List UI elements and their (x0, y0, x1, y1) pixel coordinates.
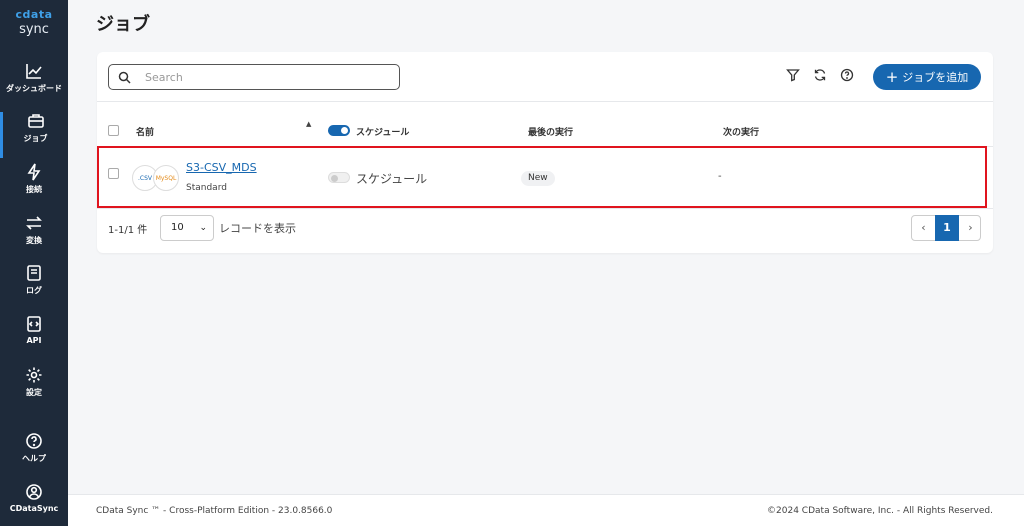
gear-icon (26, 367, 42, 383)
refresh-icon[interactable] (813, 68, 827, 82)
sort-icon[interactable]: ▲ (306, 120, 311, 128)
chevron-down-icon: ⌄ (199, 223, 207, 233)
sidebar: cdata sync ダッシュボード ジョブ 接続 変換 ログ API 設定 ヘ… (0, 0, 68, 526)
row-checkbox[interactable] (108, 168, 119, 179)
job-name-link[interactable]: S3-CSV_MDS (186, 161, 257, 174)
header-last-run[interactable]: 最後の実行 (528, 125, 573, 138)
nav-item-help[interactable]: ヘルプ (0, 432, 68, 478)
book-icon (27, 265, 41, 281)
briefcase-icon (27, 114, 44, 128)
nav-label-help: ヘルプ (22, 454, 46, 463)
brand-logo-bottom: sync (19, 22, 49, 37)
nav-label-transformations: 変換 (26, 236, 42, 245)
header-next-run[interactable]: 次の実行 (723, 125, 759, 138)
next-page-button[interactable]: › (959, 216, 982, 240)
next-run-value: - (718, 171, 722, 182)
nav-item-connections[interactable]: 接続 (0, 163, 68, 209)
row-schedule-label: スケジュール (356, 172, 428, 186)
nav-label-user: CDataSync (9, 504, 59, 513)
footer-copyright: ©2024 CData Software, Inc. - All Rights … (767, 506, 993, 516)
row-schedule-toggle[interactable] (328, 172, 350, 183)
nav-item-logs[interactable]: ログ (0, 264, 68, 310)
nav-item-api[interactable]: API (0, 315, 68, 361)
current-page-button[interactable]: 1 (935, 215, 959, 241)
header-schedule: スケジュール (356, 128, 410, 138)
nav-item-transformations[interactable]: 変換 (0, 214, 68, 260)
toolbar-divider (97, 101, 993, 102)
destination-connector-icon: MySQL (153, 165, 179, 191)
search-icon (118, 71, 131, 84)
user-circle-icon (26, 484, 42, 500)
brand-logo[interactable]: cdata sync (0, 8, 68, 37)
help-circle-icon (26, 433, 42, 449)
job-type: Standard (186, 183, 227, 193)
search-box[interactable] (108, 64, 400, 90)
header-name[interactable]: 名前 (136, 125, 154, 138)
prev-page-button[interactable]: ‹ (912, 216, 935, 240)
page-title: ジョブ (96, 14, 150, 35)
nav-item-jobs[interactable]: ジョブ (0, 112, 68, 158)
records-per-page-label: レコードを表示 (219, 222, 296, 235)
row-divider (97, 208, 993, 209)
nav-label-dashboard: ダッシュボード (6, 84, 62, 93)
page-size-value: 10 (171, 222, 184, 233)
status-badge: New (521, 171, 555, 186)
add-job-button[interactable]: + ジョブを追加 (873, 64, 981, 90)
record-count: 1-1/1 件 (108, 225, 148, 236)
nav-label-api: API (26, 336, 42, 345)
schedule-filter-toggle[interactable] (328, 125, 350, 136)
add-job-label: ジョブを追加 (902, 71, 969, 84)
page-size-select[interactable]: 10 ⌄ (160, 215, 214, 241)
nav-label-settings: 設定 (26, 388, 42, 397)
nav-label-connections: 接続 (26, 185, 42, 194)
help-icon[interactable] (840, 68, 854, 82)
pagination: ‹ 1 › (911, 215, 981, 241)
nav-item-settings[interactable]: 設定 (0, 366, 68, 412)
code-file-icon (27, 316, 41, 332)
jobs-card: + ジョブを追加 名前 ▲ スケジュール 最後の実行 次の実行 .CSV MyS… (97, 52, 993, 253)
filter-icon[interactable] (786, 68, 800, 82)
nav-item-dashboard[interactable]: ダッシュボード (0, 62, 68, 108)
nav-label-jobs: ジョブ (23, 134, 48, 143)
chart-line-icon (26, 64, 42, 79)
nav-label-logs: ログ (26, 286, 42, 295)
select-all-checkbox[interactable] (108, 125, 119, 136)
transform-arrows-icon (26, 216, 42, 230)
lightning-icon (27, 163, 41, 181)
search-input[interactable] (145, 68, 385, 86)
brand-logo-top: cdata (15, 8, 53, 21)
nav-item-user[interactable]: CDataSync (0, 483, 68, 526)
footer-version: CData Sync ™ - Cross-Platform Edition - … (96, 506, 333, 516)
plus-icon: + (885, 67, 899, 86)
footer: CData Sync ™ - Cross-Platform Edition - … (68, 494, 1024, 526)
